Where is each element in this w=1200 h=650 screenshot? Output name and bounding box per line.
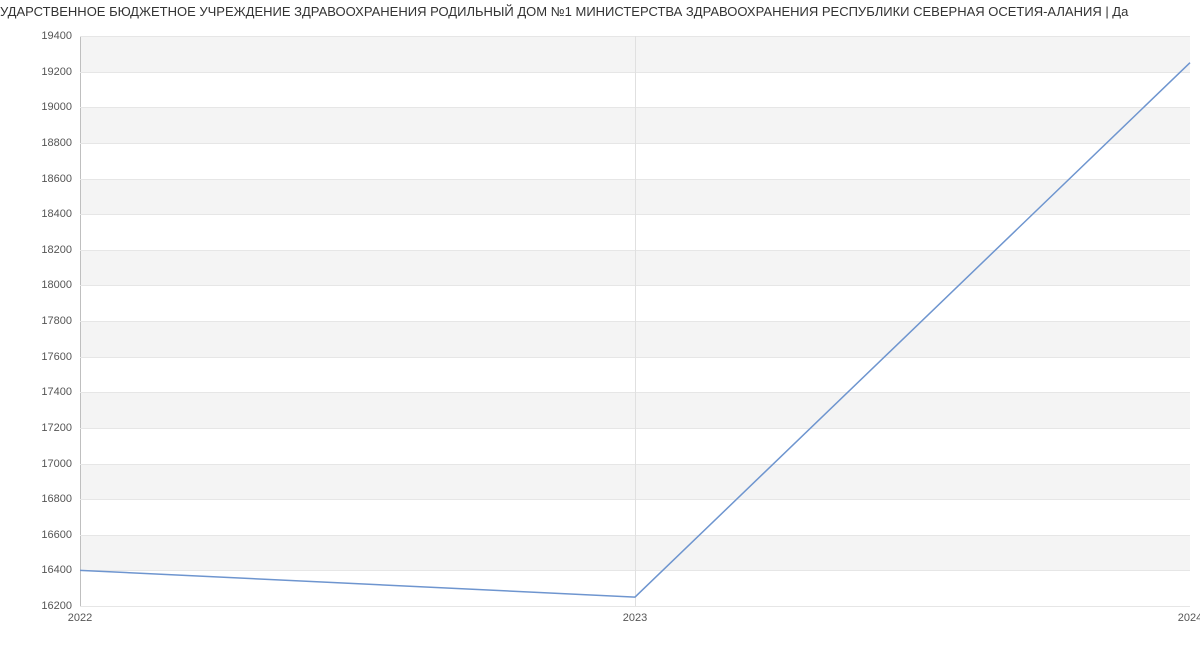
y-tick-label: 19200	[41, 66, 72, 78]
y-tick-label: 16800	[41, 493, 72, 505]
x-tick-label: 2023	[623, 612, 647, 624]
series-line	[80, 63, 1190, 597]
y-tick-label: 19000	[41, 101, 72, 113]
y-tick-label: 18400	[41, 208, 72, 220]
y-tick-label: 19400	[41, 30, 72, 42]
x-tick-label: 2022	[68, 612, 92, 624]
y-gridline	[80, 606, 1190, 607]
y-tick-label: 17000	[41, 458, 72, 470]
plot-area	[80, 36, 1190, 607]
y-tick-label: 16400	[41, 564, 72, 576]
y-tick-label: 17200	[41, 422, 72, 434]
y-tick-label: 18200	[41, 244, 72, 256]
y-tick-label: 18000	[41, 279, 72, 291]
y-tick-label: 17800	[41, 315, 72, 327]
y-tick-label: 17400	[41, 386, 72, 398]
y-tick-label: 18800	[41, 137, 72, 149]
x-tick-label: 2024	[1178, 612, 1200, 624]
y-tick-label: 17600	[41, 351, 72, 363]
line-series	[80, 36, 1190, 606]
y-tick-label: 16200	[41, 600, 72, 612]
y-tick-label: 18600	[41, 173, 72, 185]
chart-title: УДАРСТВЕННОЕ БЮДЖЕТНОЕ УЧРЕЖДЕНИЕ ЗДРАВО…	[0, 4, 1200, 19]
y-tick-label: 16600	[41, 529, 72, 541]
